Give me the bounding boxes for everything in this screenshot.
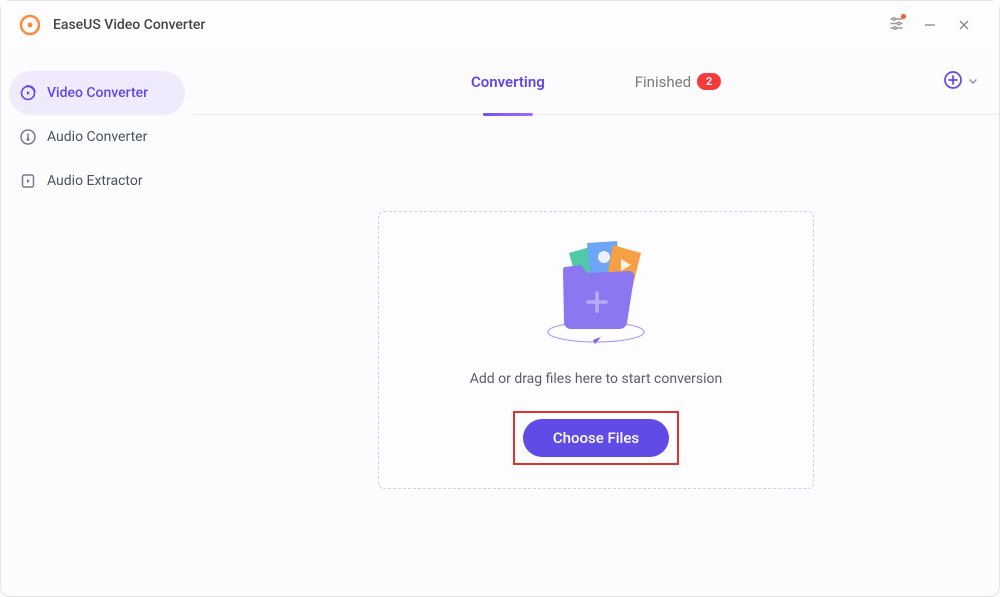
add-dropdown-button[interactable] bbox=[967, 72, 979, 91]
workspace: Add or drag files here to start conversi… bbox=[193, 115, 999, 596]
close-icon bbox=[958, 16, 970, 35]
content-area: Converting Finished 2 bbox=[193, 49, 999, 596]
folder-illustration-icon bbox=[521, 227, 671, 357]
sidebar: Video Converter Audio Converter Audio Ex… bbox=[1, 49, 193, 596]
choose-files-highlight: Choose Files bbox=[513, 411, 679, 465]
add-button[interactable] bbox=[943, 70, 963, 94]
tabs-row: Converting Finished 2 bbox=[193, 49, 999, 115]
audio-extractor-icon bbox=[19, 172, 37, 190]
sidebar-item-label: Audio Converter bbox=[47, 129, 147, 145]
minimize-button[interactable] bbox=[913, 8, 947, 42]
chevron-down-icon bbox=[967, 72, 979, 91]
app-title: EaseUS Video Converter bbox=[53, 17, 205, 33]
sidebar-item-audio-extractor[interactable]: Audio Extractor bbox=[9, 159, 185, 203]
dropzone[interactable]: Add or drag files here to start conversi… bbox=[378, 211, 814, 489]
finished-badge: 2 bbox=[697, 73, 721, 90]
titlebar: EaseUS Video Converter bbox=[1, 1, 999, 49]
audio-converter-icon bbox=[19, 128, 37, 146]
minimize-icon bbox=[924, 16, 936, 35]
choose-files-button[interactable]: Choose Files bbox=[523, 419, 669, 457]
sidebar-item-video-converter[interactable]: Video Converter bbox=[9, 71, 185, 115]
tab-converting[interactable]: Converting bbox=[471, 49, 545, 115]
sidebar-item-label: Audio Extractor bbox=[47, 173, 143, 189]
notification-dot bbox=[901, 14, 906, 19]
sidebar-item-audio-converter[interactable]: Audio Converter bbox=[9, 115, 185, 159]
tab-label: Converting bbox=[471, 73, 545, 91]
plus-circle-icon bbox=[943, 70, 963, 94]
close-button[interactable] bbox=[947, 8, 981, 42]
video-converter-icon bbox=[19, 84, 37, 102]
tab-finished[interactable]: Finished 2 bbox=[635, 49, 721, 115]
dropzone-hint: Add or drag files here to start conversi… bbox=[470, 371, 723, 387]
tab-underline bbox=[483, 113, 533, 116]
app-logo-icon bbox=[19, 14, 41, 36]
tab-label: Finished bbox=[635, 73, 691, 91]
sidebar-item-label: Video Converter bbox=[47, 85, 148, 101]
settings-button[interactable] bbox=[879, 8, 913, 42]
